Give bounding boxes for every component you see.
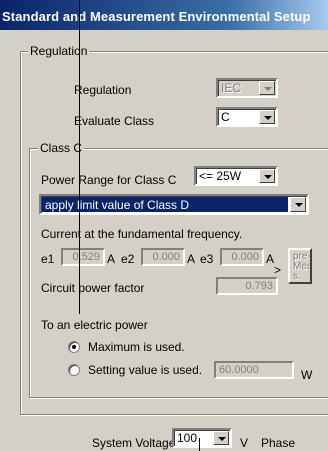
e2-label: e2 — [121, 252, 135, 266]
electric-power-label: To an electric power — [41, 318, 148, 332]
evaluate-class-dropdown-button[interactable] — [259, 110, 275, 124]
e3-field: 0.000 — [220, 248, 264, 266]
regulation-group-legend: Regulation — [28, 44, 90, 58]
system-voltage-label: System Voltage — [92, 436, 176, 450]
radio-maximum-label[interactable]: Maximum is used. — [88, 340, 185, 354]
e2-unit: A — [187, 252, 196, 266]
current-label: Current at the fundamental frequency. — [41, 227, 243, 241]
chevron-down-icon — [264, 87, 272, 91]
regulation-label: Regulation — [74, 83, 132, 97]
chevron-down-icon — [295, 203, 303, 207]
power-factor-label: Circuit power factor — [41, 281, 145, 295]
title-bar: Standard and Measurement Environmental S… — [0, 0, 328, 30]
e1-field: 0.529 — [61, 248, 105, 266]
vertical-guide-line — [79, 0, 80, 314]
evaluate-class-select[interactable]: C — [216, 107, 278, 127]
chevron-down-icon — [264, 175, 272, 179]
radio-selected-dot — [72, 345, 76, 349]
e3-label: e3 — [200, 252, 214, 266]
power-range-value: <= 25W — [199, 169, 242, 183]
evaluate-class-value: C — [221, 110, 230, 124]
e1-label: e1 — [41, 252, 55, 266]
system-voltage-value: 100 — [177, 431, 198, 445]
power-range-dropdown-button[interactable] — [259, 169, 275, 183]
system-voltage-dropdown-button[interactable] — [213, 431, 229, 445]
system-voltage-unit: V — [240, 436, 249, 450]
regulation-select-value: IEC — [221, 81, 242, 95]
e2-field: 0.000 — [141, 248, 185, 266]
radio-maximum[interactable] — [68, 341, 80, 353]
power-range-label: Power Range for Class C — [41, 173, 177, 187]
setting-value-unit: W — [301, 368, 313, 382]
chevron-down-icon — [218, 437, 226, 441]
power-factor-field: 0.793 — [216, 277, 278, 295]
pre-measure-button: pre- Mea s. — [288, 248, 312, 284]
class-c-legend: Class C — [38, 141, 85, 155]
radio-setting-value[interactable] — [68, 364, 80, 376]
radio-setting-value-label[interactable]: Setting value is used. — [88, 363, 202, 377]
limit-option-value: apply limit value of Class D — [45, 198, 190, 212]
cursor-tick — [199, 438, 200, 451]
e1-unit: A — [107, 252, 116, 266]
chevron-down-icon — [264, 116, 272, 120]
power-range-select[interactable]: <= 25W — [194, 166, 278, 186]
e3-unit: A — [266, 252, 275, 266]
system-voltage-select[interactable]: 100 — [172, 428, 232, 448]
window-title: Standard and Measurement Environmental S… — [2, 9, 311, 24]
phase-label: Phase — [261, 436, 296, 450]
next-arrow-icon: > — [274, 263, 282, 277]
regulation-dropdown-button — [259, 81, 275, 95]
regulation-select: IEC — [216, 78, 278, 98]
setting-value-field: 60.0000 — [214, 361, 294, 379]
evaluate-class-label: Evaluate Class — [74, 114, 155, 128]
limit-option-dropdown-button[interactable] — [290, 197, 306, 212]
